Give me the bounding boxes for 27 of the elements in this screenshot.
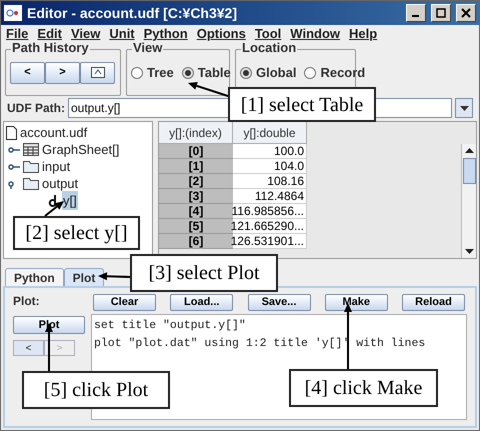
code-line: plot "plot.dat" using 1:2 title 'y[]' with lines [94,336,426,352]
group-title: View [132,41,164,54]
annotation-tooltip: [2] select y[] [13,216,140,250]
row-header: [3] [159,189,233,204]
row-header: [5] [159,219,233,234]
table-cell: 100.0 [233,144,307,159]
annotation-tooltip: [3] select Plot [130,254,278,292]
group-title: Location [241,41,298,54]
code-line: set title "output.y[]" [94,318,247,334]
table-cell: 112.4864 [233,189,307,204]
row-header: [0] [159,144,233,159]
row-header: [4] [159,204,233,219]
row-header: [1] [159,159,233,174]
table-cell: 126.531901... [233,234,307,249]
annotation-tooltip: [1] select Table [228,87,376,122]
annotation-tooltip: [4] click Make [289,369,438,407]
table-cell: 104.0 [233,159,307,174]
table-cell: 116.985856... [233,204,307,219]
row-header: [6] [159,234,233,249]
udf-path-label: UDF Path: [7,100,65,117]
annotation-tooltip: [5] click Plot [22,371,170,409]
plot-label: Plot: [13,293,41,310]
row-header: [2] [159,174,233,189]
table-cell: 121.665290... [233,219,307,234]
window-title: Editor - account.udf [C:¥Ch3¥2] [27,4,238,23]
group-title: Path History [11,41,90,54]
table-cell: 108.16 [233,174,307,189]
